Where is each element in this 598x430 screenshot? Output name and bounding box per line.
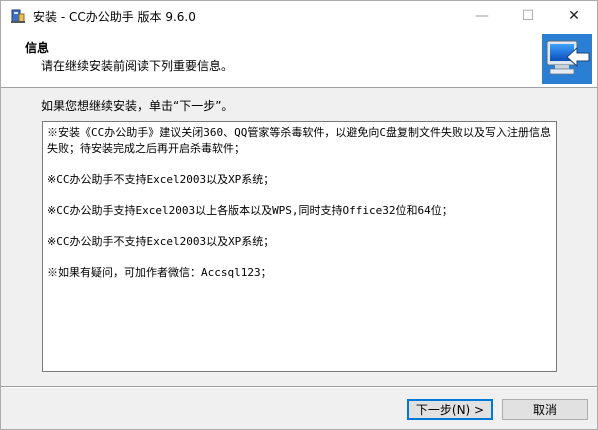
memo-line: ※CC办公助手支持Excel2003以上各版本以及WPS,同时支持Office3… — [47, 203, 453, 217]
memo-blank-line — [47, 249, 552, 265]
memo-line: ※CC办公助手不支持Excel2003以及XP系统； — [47, 172, 275, 186]
close-icon: ✕ — [568, 8, 580, 24]
title-bar[interactable]: 安装 - CC办公助手 版本 9.6.0 — ☐ ✕ — [1, 1, 597, 31]
maximize-icon: ☐ — [521, 8, 535, 24]
installer-computer-arrow-icon — [541, 33, 593, 85]
memo-blank-line — [47, 218, 552, 234]
minimize-icon: — — [475, 8, 489, 24]
installer-window: 安装 - CC办公助手 版本 9.6.0 — ☐ ✕ 信息 请在继续安装前阅读下… — [0, 0, 598, 430]
memo-line: ※如果有疑问，可加作者微信：Accsql123； — [47, 265, 272, 279]
info-memo[interactable]: ※安装《CC办公助手》建议关闭360、QQ管家等杀毒软件，以避免向C盘复制文件失… — [42, 121, 557, 372]
memo-blank-line — [47, 156, 552, 172]
next-button[interactable]: 下一步(N) > — [407, 399, 493, 420]
wizard-header: 信息 请在继续安装前阅读下列重要信息。 — [1, 31, 597, 88]
close-button[interactable]: ✕ — [551, 1, 597, 31]
memo-line: ※安装《CC办公助手》建议关闭360、QQ管家等杀毒软件，以避免向C盘复制文件失… — [47, 126, 551, 155]
memo-blank-line — [47, 187, 552, 203]
page-subtitle: 请在继续安装前阅读下列重要信息。 — [41, 59, 234, 73]
maximize-button[interactable]: ☐ — [505, 1, 551, 31]
window-title: 安装 - CC办公助手 版本 9.6.0 — [33, 10, 196, 24]
footer-divider — [1, 386, 597, 388]
cancel-button[interactable]: 取消 — [502, 399, 588, 420]
memo-line: ※CC办公助手不支持Excel2003以及XP系统； — [47, 234, 275, 248]
continue-instruction: 如果您想继续安装，单击“下一步”。 — [41, 99, 234, 113]
minimize-button[interactable]: — — [459, 1, 505, 31]
page-title: 信息 — [25, 41, 50, 55]
setup-app-icon — [10, 8, 26, 24]
